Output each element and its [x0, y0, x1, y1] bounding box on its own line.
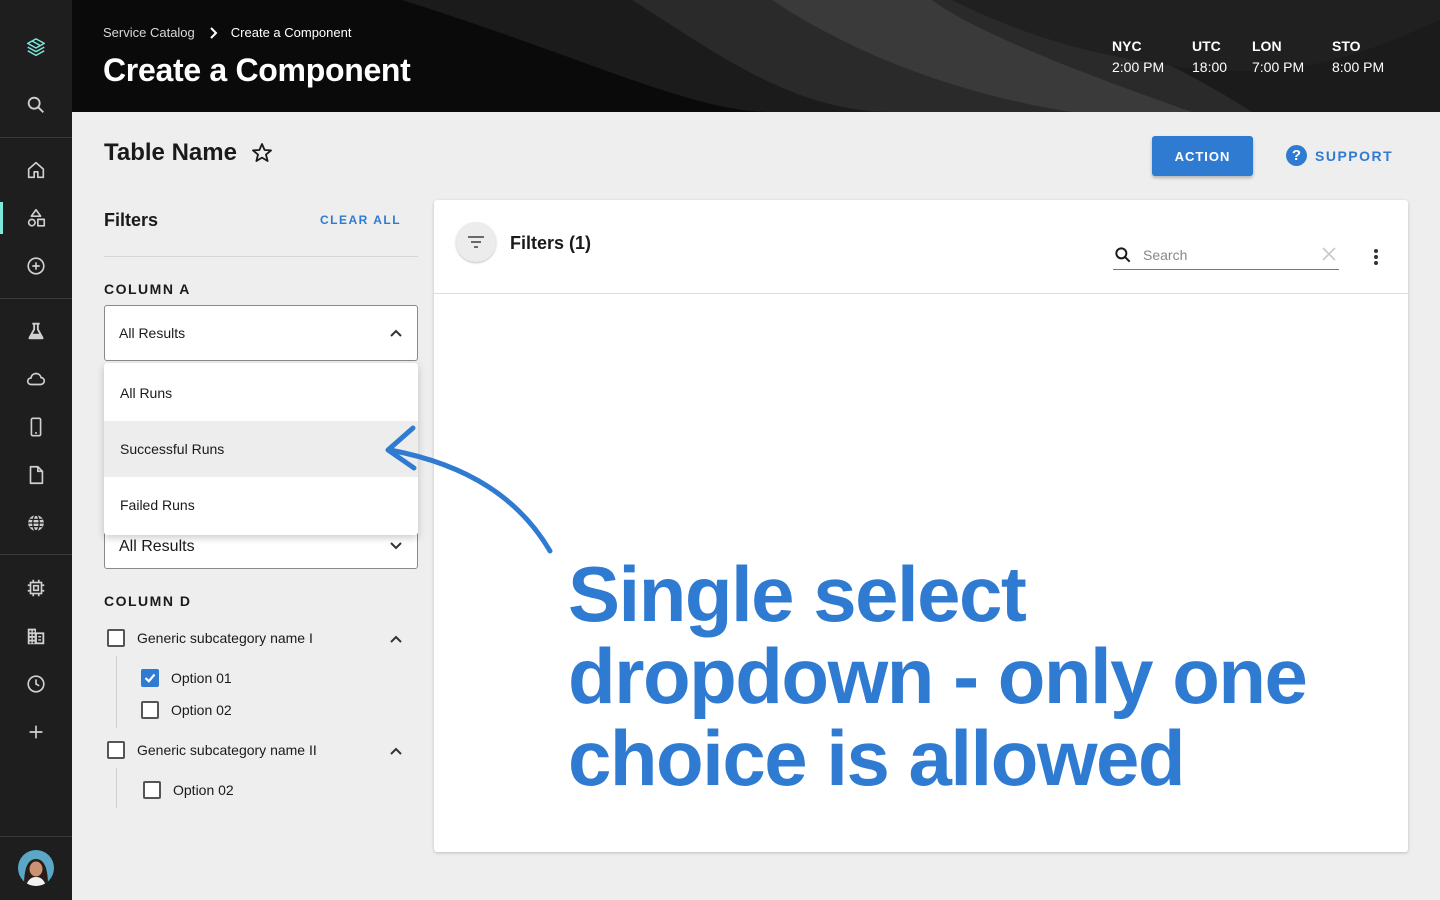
clock-utc: UTC 18:00	[1192, 38, 1252, 75]
clock-time: 7:00 PM	[1252, 59, 1305, 75]
clock-zone: UTC	[1192, 38, 1221, 54]
subcategory-2-checkbox[interactable]: Generic subcategory name II	[107, 741, 317, 759]
add-circle-icon[interactable]	[0, 242, 72, 290]
breadcrumb-parent-link[interactable]: Service Catalog	[103, 25, 195, 40]
cloud-icon[interactable]	[0, 355, 72, 403]
chevron-up-icon[interactable]	[384, 739, 408, 763]
plus-icon[interactable]	[0, 708, 72, 756]
chevron-up-icon	[389, 325, 403, 341]
option-label: Option 02	[173, 782, 234, 798]
shapes-icon[interactable]	[0, 194, 72, 242]
clock-zone: STO	[1332, 38, 1361, 54]
subcategory-label: Generic subcategory name I	[137, 630, 313, 646]
checkbox-icon	[107, 629, 125, 647]
active-filters-label: Filters (1)	[510, 233, 592, 253]
support-link[interactable]: ? SUPPORT	[1286, 145, 1393, 166]
breadcrumb-current: Create a Component	[230, 25, 352, 40]
option-label: Option 01	[171, 670, 232, 686]
filter-icon[interactable]	[456, 222, 496, 262]
checkbox-icon	[143, 781, 161, 799]
clock-nyc: NYC 2:00 PM	[1112, 38, 1192, 75]
chevron-up-icon[interactable]	[384, 627, 408, 651]
divider	[104, 256, 418, 257]
flask-icon[interactable]	[0, 307, 72, 355]
support-label: SUPPORT	[1315, 147, 1394, 164]
clock-time: 18:00	[1192, 59, 1228, 75]
clock-zone: NYC	[1112, 38, 1142, 54]
world-clocks: NYC 2:00 PM UTC 18:00 LON 7:00 PM STO 8:00 P…	[1112, 38, 1412, 75]
clock-lon: LON 7:00 PM	[1252, 38, 1332, 75]
search-field	[1113, 241, 1339, 270]
star-icon[interactable]	[250, 141, 274, 170]
search-input[interactable]	[1143, 247, 1313, 263]
building-icon[interactable]	[0, 612, 72, 660]
chevron-right-icon	[209, 26, 219, 40]
breadcrumb: Service Catalog Create a Component	[103, 25, 351, 40]
checkbox-icon	[107, 741, 125, 759]
globe-icon[interactable]	[0, 499, 72, 547]
close-icon[interactable]	[1321, 246, 1337, 267]
tree-line	[116, 768, 117, 808]
rail-divider	[0, 137, 72, 138]
rail-divider	[0, 298, 72, 299]
column-a-selected-value: All Results	[119, 325, 186, 341]
subcategory-1-checkbox[interactable]: Generic subcategory name I	[107, 629, 313, 647]
search-icon[interactable]	[0, 81, 72, 129]
action-button[interactable]: ACTION	[1152, 136, 1253, 176]
option-02-checkbox[interactable]: Option 02	[141, 701, 232, 719]
column-d-label: COLUMN D	[104, 593, 192, 609]
left-rail	[0, 0, 72, 900]
phone-icon[interactable]	[0, 403, 72, 451]
home-icon[interactable]	[0, 146, 72, 194]
clock-sto: STO 8:00 PM	[1332, 38, 1412, 75]
option-01-checkbox[interactable]: Option 01	[141, 669, 232, 687]
table-name: Table Name	[104, 139, 237, 166]
help-icon: ?	[1286, 145, 1307, 166]
more-vert-icon[interactable]	[1364, 245, 1388, 269]
logo-icon[interactable]	[0, 24, 72, 72]
filters-title: Filters	[104, 210, 159, 230]
tree-line	[116, 656, 117, 728]
chip-icon[interactable]	[0, 564, 72, 612]
page-title: Create a Component	[103, 52, 411, 88]
option-label: Option 02	[171, 702, 232, 718]
annotation-text: Single select dropdown - only one choice…	[568, 550, 1308, 802]
clock-icon[interactable]	[0, 660, 72, 708]
annotation-arrow-icon	[385, 425, 553, 554]
clock-zone: LON	[1252, 38, 1282, 54]
column-a-select[interactable]: All Results	[104, 305, 418, 361]
clock-time: 2:00 PM	[1112, 59, 1165, 75]
divider	[434, 293, 1408, 294]
subcategory-label: Generic subcategory name II	[137, 742, 317, 758]
rail-divider	[0, 554, 72, 555]
avatar[interactable]	[18, 850, 54, 886]
column-a-label: COLUMN A	[104, 281, 191, 297]
rail-divider	[0, 836, 72, 837]
option-02-checkbox[interactable]: Option 02	[143, 781, 234, 799]
search-icon	[1113, 245, 1133, 265]
clock-time: 8:00 PM	[1332, 59, 1385, 75]
checkbox-icon	[141, 701, 159, 719]
clear-all-button[interactable]: CLEAR ALL	[320, 213, 401, 227]
page-header: Service Catalog Create a Component Creat…	[72, 0, 1440, 112]
document-icon[interactable]	[0, 451, 72, 499]
checkbox-checked-icon	[141, 669, 159, 687]
